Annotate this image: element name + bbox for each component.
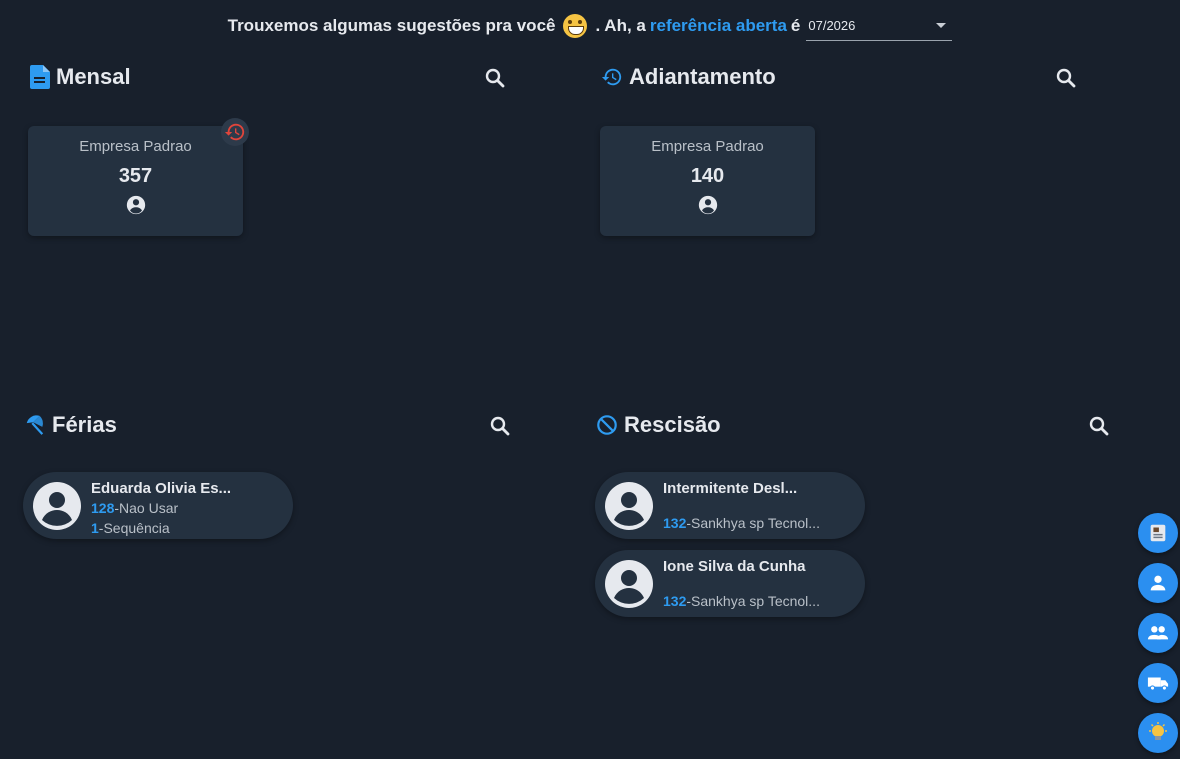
section-title-ferias: Férias — [24, 412, 117, 438]
page: Trouxemos algumas sugestões pra você . A… — [0, 0, 1180, 759]
banner-text-after: é — [790, 16, 801, 35]
idea-action-button[interactable] — [1138, 713, 1178, 753]
person-icon — [1150, 575, 1166, 591]
section-title-rescisao: Rescisão — [596, 412, 721, 438]
avatar-icon — [605, 560, 653, 608]
account-circle-icon — [28, 194, 243, 221]
avatar-icon — [605, 482, 653, 530]
person-detail-line-1: 128-Nao Usar — [91, 500, 178, 516]
reference-value: 07/2026 — [808, 18, 856, 33]
section-title-mensal: Mensal — [30, 64, 131, 90]
document-icon — [30, 65, 50, 89]
reference-select[interactable]: 07/2026 — [806, 11, 953, 41]
company-card-adiantamento[interactable]: Empresa Padrao 140 — [600, 126, 815, 236]
document-action-button[interactable] — [1138, 513, 1178, 553]
mensal-title: Mensal — [56, 64, 131, 89]
search-mensal-button[interactable] — [483, 66, 507, 90]
company-name: Empresa Padrao — [79, 138, 192, 155]
avatar-icon — [33, 482, 81, 530]
truck-icon — [1147, 677, 1169, 691]
block-icon — [597, 415, 617, 435]
lightbulb-icon — [1149, 722, 1167, 740]
person-code-label: -Nao Usar — [114, 500, 179, 516]
suggestions-banner: Trouxemos algumas sugestões pra você . A… — [0, 10, 1180, 42]
person-sequence-code: 1 — [91, 520, 99, 536]
person-company: -Sankhya sp Tecnol... — [686, 515, 820, 531]
beach-umbrella-icon — [26, 415, 44, 435]
person-action-button[interactable] — [1138, 563, 1178, 603]
person-name: Ione Silva da Cunha — [663, 558, 806, 575]
person-code: 128 — [91, 500, 115, 516]
search-ferias-button[interactable] — [488, 414, 512, 438]
person-sequence-label: -Sequência — [98, 520, 170, 536]
history-icon[interactable] — [221, 118, 249, 146]
open-reference-link[interactable]: referência aberta — [650, 16, 787, 36]
company-card-mensal[interactable]: Empresa Padrao 357 — [28, 118, 249, 236]
person-detail-line: 132-Sankhya sp Tecnol... — [663, 515, 820, 531]
chevron-down-icon — [936, 23, 947, 28]
banner-text: Trouxemos algumas sugestões pra você — [227, 16, 556, 35]
grin-emoji-icon — [563, 14, 588, 38]
document-icon — [1150, 524, 1166, 542]
section-title-adiantamento: Adiantamento — [601, 64, 776, 90]
company-count: 357 — [118, 165, 153, 187]
rescisao-title: Rescisão — [624, 412, 721, 437]
search-adiantamento-button[interactable] — [1054, 66, 1078, 90]
person-name: Intermitente Desl... — [663, 480, 798, 497]
ferias-title: Férias — [52, 412, 117, 437]
person-company: -Sankhya sp Tecnol... — [686, 593, 820, 609]
people-action-button[interactable] — [1138, 613, 1178, 653]
company-name: Empresa Padrao — [651, 138, 764, 155]
person-name: Eduarda Olivia Es... — [91, 480, 232, 497]
people-icon — [1147, 626, 1169, 640]
person-detail-line: 132-Sankhya sp Tecnol... — [663, 593, 820, 609]
person-code: 132 — [663, 515, 687, 531]
person-card-rescisao[interactable]: Intermitente Desl... 132-Sankhya sp Tecn… — [595, 472, 865, 539]
banner-text-middle: . Ah, a — [595, 16, 646, 35]
person-code: 132 — [663, 593, 687, 609]
adiantamento-title: Adiantamento — [629, 64, 776, 89]
history-icon — [601, 68, 622, 86]
person-card-ferias[interactable]: Eduarda Olivia Es... 128-Nao Usar 1-Sequ… — [23, 472, 293, 539]
truck-action-button[interactable] — [1138, 663, 1178, 703]
person-detail-line-2: 1-Sequência — [91, 520, 170, 536]
search-rescisao-button[interactable] — [1087, 414, 1111, 438]
person-card-rescisao[interactable]: Ione Silva da Cunha 132-Sankhya sp Tecno… — [595, 550, 865, 617]
company-count: 140 — [690, 165, 725, 187]
account-circle-icon — [600, 194, 815, 221]
